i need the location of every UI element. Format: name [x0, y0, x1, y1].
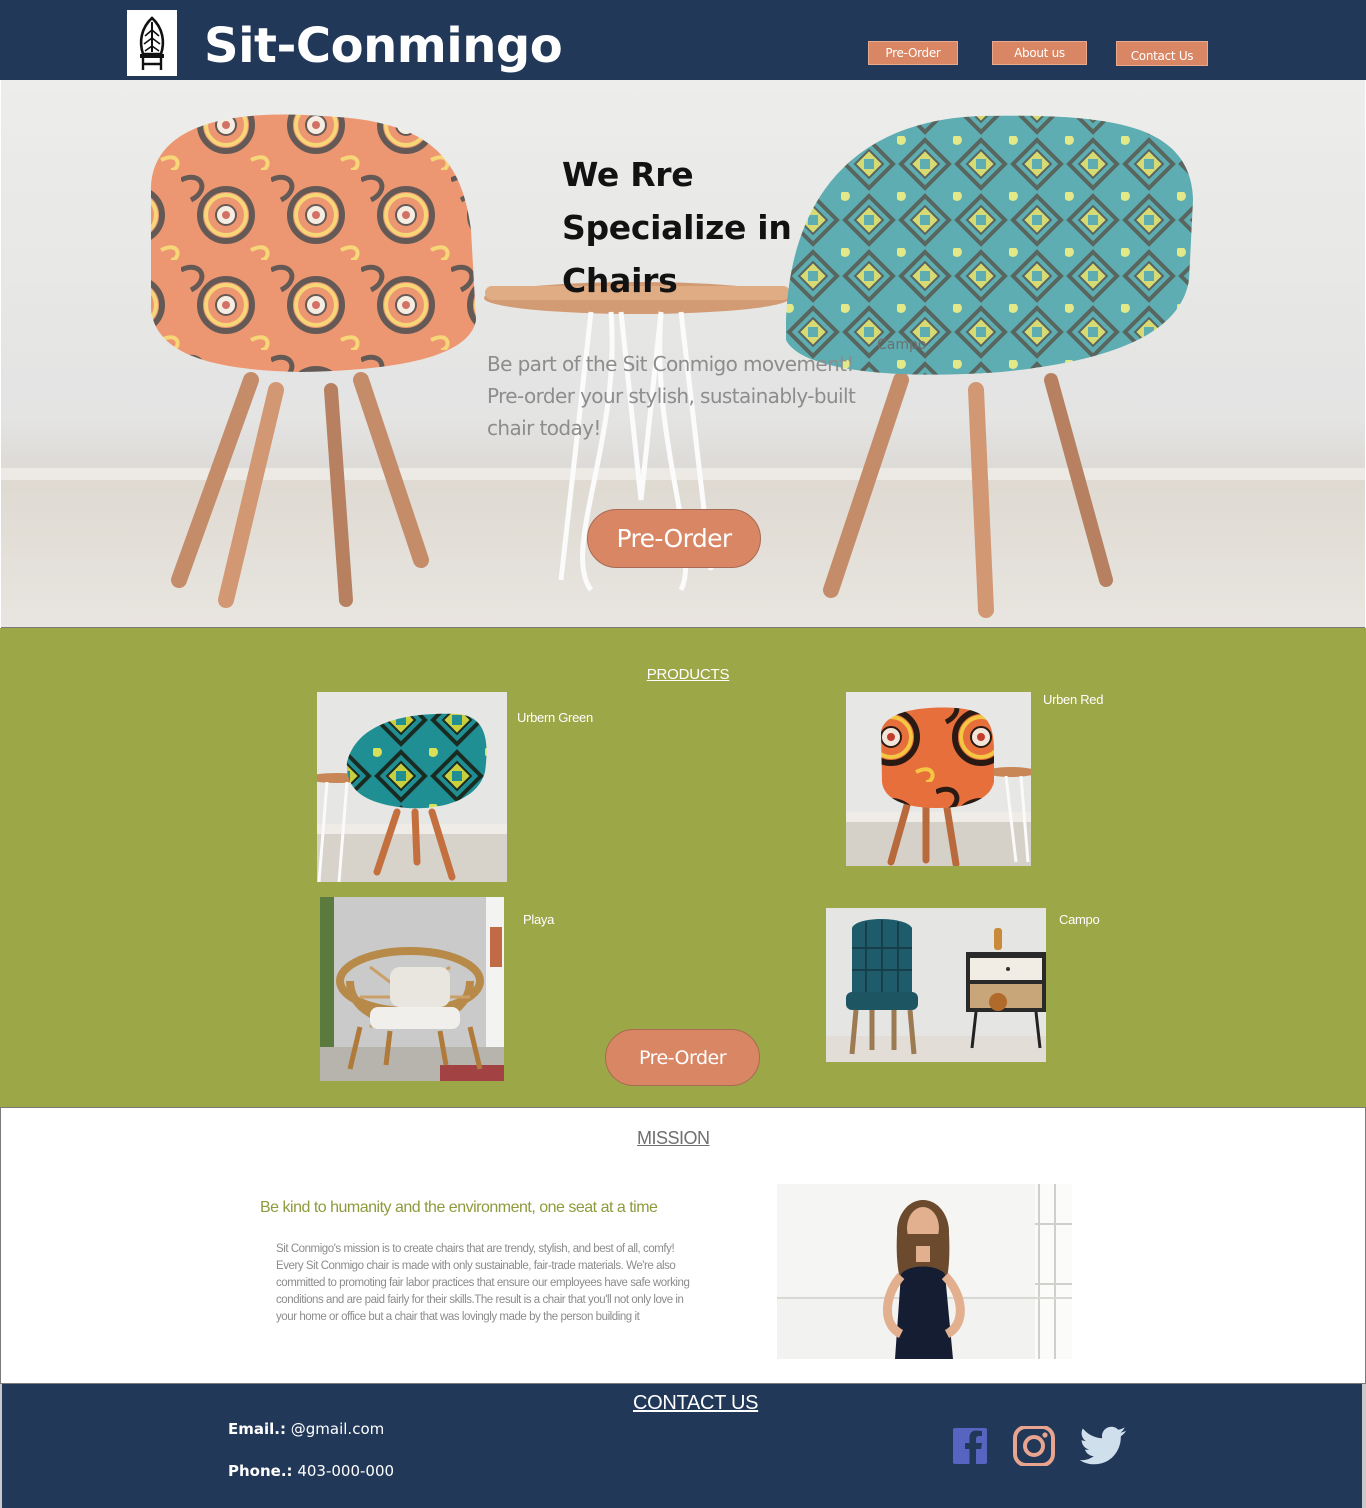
mission-title: MISSION: [637, 1128, 710, 1148]
twitter-icon[interactable]: [1080, 1426, 1128, 1466]
nav-preorder-button[interactable]: Pre-Order: [868, 41, 958, 65]
contact-email: Email.: @gmail.com: [228, 1420, 384, 1438]
product-image-campo[interactable]: [826, 908, 1046, 1062]
nav-contact-button[interactable]: Contact Us: [1116, 41, 1208, 66]
product-name-urbern-green: Urbern Green: [517, 710, 593, 725]
product-image-urben-red[interactable]: [846, 692, 1031, 866]
products-section: PRODUCTS Urbern Green Urben Red Playa Ca…: [0, 628, 1366, 1108]
nav-about-button[interactable]: About us: [992, 41, 1087, 65]
mission-section: MISSION Be kind to humanity and the envi…: [0, 1108, 1366, 1384]
product-name-playa: Playa: [523, 912, 555, 927]
mission-tagline: Be kind to humanity and the environment,…: [260, 1199, 658, 1216]
products-title: PRODUCTS: [646, 666, 730, 683]
phone-value[interactable]: 403-000-000: [297, 1462, 394, 1480]
hero-subtitle: Be part of the Sit Conmigo movement! Pre…: [487, 352, 856, 440]
hero-section: We Rre Specialize in Chairs Be part of t…: [1, 80, 1365, 628]
phone-label: Phone.:: [228, 1462, 293, 1480]
instagram-icon[interactable]: [1010, 1426, 1058, 1466]
email-value[interactable]: @gmail.com: [291, 1420, 384, 1438]
hero-title: We Rre Specialize in Chairs: [562, 155, 792, 300]
facebook-icon[interactable]: [946, 1426, 994, 1466]
chair-logo-icon[interactable]: [127, 10, 177, 76]
site-header: Sit-Conmingo Pre-Order About us Contact …: [0, 0, 1366, 80]
email-label: Email.:: [228, 1420, 286, 1438]
product-image-urbern-green[interactable]: [317, 692, 507, 882]
hero-stray-label: Campo: [877, 337, 927, 353]
product-name-campo: Campo: [1059, 912, 1100, 927]
founder-photo: [777, 1184, 1072, 1359]
brand-name: Sit-Conmingo: [204, 18, 563, 74]
contact-phone: Phone.: 403-000-000: [228, 1462, 394, 1480]
products-preorder-button[interactable]: Pre-Order: [605, 1029, 760, 1086]
mission-body: Sit Conmigo's mission is to create chair…: [276, 1243, 690, 1323]
product-image-playa[interactable]: [320, 897, 504, 1081]
contact-section: CONTACT US Email.: @gmail.com Phone.: 40…: [0, 1384, 1366, 1508]
contact-title: CONTACT US: [633, 1392, 759, 1414]
hero-preorder-button[interactable]: Pre-Order: [587, 509, 761, 568]
product-name-urben-red: Urben Red: [1043, 692, 1104, 707]
